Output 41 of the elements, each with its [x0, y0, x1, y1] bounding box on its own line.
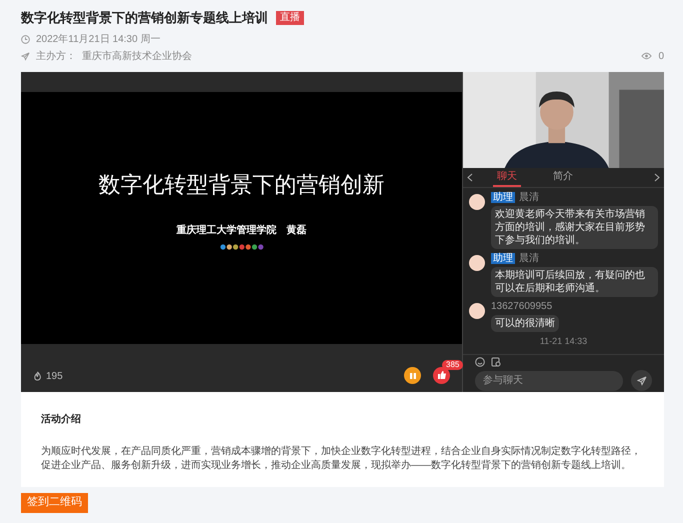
image-icon[interactable]	[491, 357, 501, 367]
message-bubble: 可以的很清晰	[491, 314, 559, 332]
chat-input[interactable]: 参与聊天	[475, 370, 623, 390]
intro-heading: 活动介绍	[41, 412, 82, 426]
event-datetime: 2022年11月21日 14:30 周一	[36, 32, 160, 46]
live-badge: 直播	[276, 10, 304, 25]
emoji-icon[interactable]	[475, 357, 485, 367]
chat-tab[interactable]: 聊天	[493, 167, 521, 187]
flame-icon	[33, 371, 42, 381]
dots-drawing	[220, 244, 264, 250]
slide-title: 数字化转型背景下的营销创新	[98, 170, 384, 198]
send-icon	[21, 52, 30, 60]
slide-subtitle: 重庆理工大学管理学院 黄磊	[176, 223, 306, 238]
avatar	[469, 194, 485, 210]
chat-tab[interactable]: 简介	[549, 167, 577, 187]
page-title: 数字化转型背景下的营销创新专题线上培训	[21, 9, 268, 27]
view-count: 0	[658, 50, 664, 64]
send-icon	[636, 376, 646, 386]
qr-checkin-button[interactable]: 签到二维码	[21, 492, 88, 512]
message-bubble: 本期培训可后续回放，有疑问的也可以在后期和老师沟通。	[491, 266, 658, 296]
role-badge: 助理	[491, 192, 515, 203]
chevron-right-icon[interactable]	[654, 172, 660, 182]
thumbs-up-icon	[436, 370, 446, 380]
send-button[interactable]	[631, 370, 652, 391]
chevron-left-icon[interactable]	[467, 172, 473, 182]
eye-icon	[641, 52, 652, 60]
avatar	[469, 254, 485, 270]
sender-name: 晨清	[519, 252, 539, 264]
message-bubble: 欢迎黄老师今天带来有关市场营销方面的培训，感谢大家在目前形势下参与我们的培训。	[491, 206, 658, 248]
popularity-count: 195	[46, 370, 63, 384]
organizer-label: 主办方：	[36, 50, 76, 64]
avatar	[469, 302, 485, 318]
organizer-name: 重庆市高新技术企业协会	[82, 50, 192, 64]
message-timestamp: 11-21 14:33	[538, 336, 588, 346]
intro-text: 为顺应时代发展，在产品同质化严重，营销成本骤增的背景下，加快企业数字化转型进程，结合企业自身实际情况制定数字化转型路径，促进企业产品、服务创新升级，进而实现业务增长，推动企业高质量发展，现拟举办——数字化转型背景下的营销创新专题线上培训。	[41, 444, 642, 472]
sender-name: 晨清	[519, 192, 539, 204]
like-count-badge: 385	[442, 360, 464, 370]
like-button[interactable]	[433, 366, 450, 384]
sender-name: 13627609955	[491, 300, 552, 312]
role-badge: 助理	[491, 253, 515, 264]
clock-icon	[21, 34, 30, 44]
